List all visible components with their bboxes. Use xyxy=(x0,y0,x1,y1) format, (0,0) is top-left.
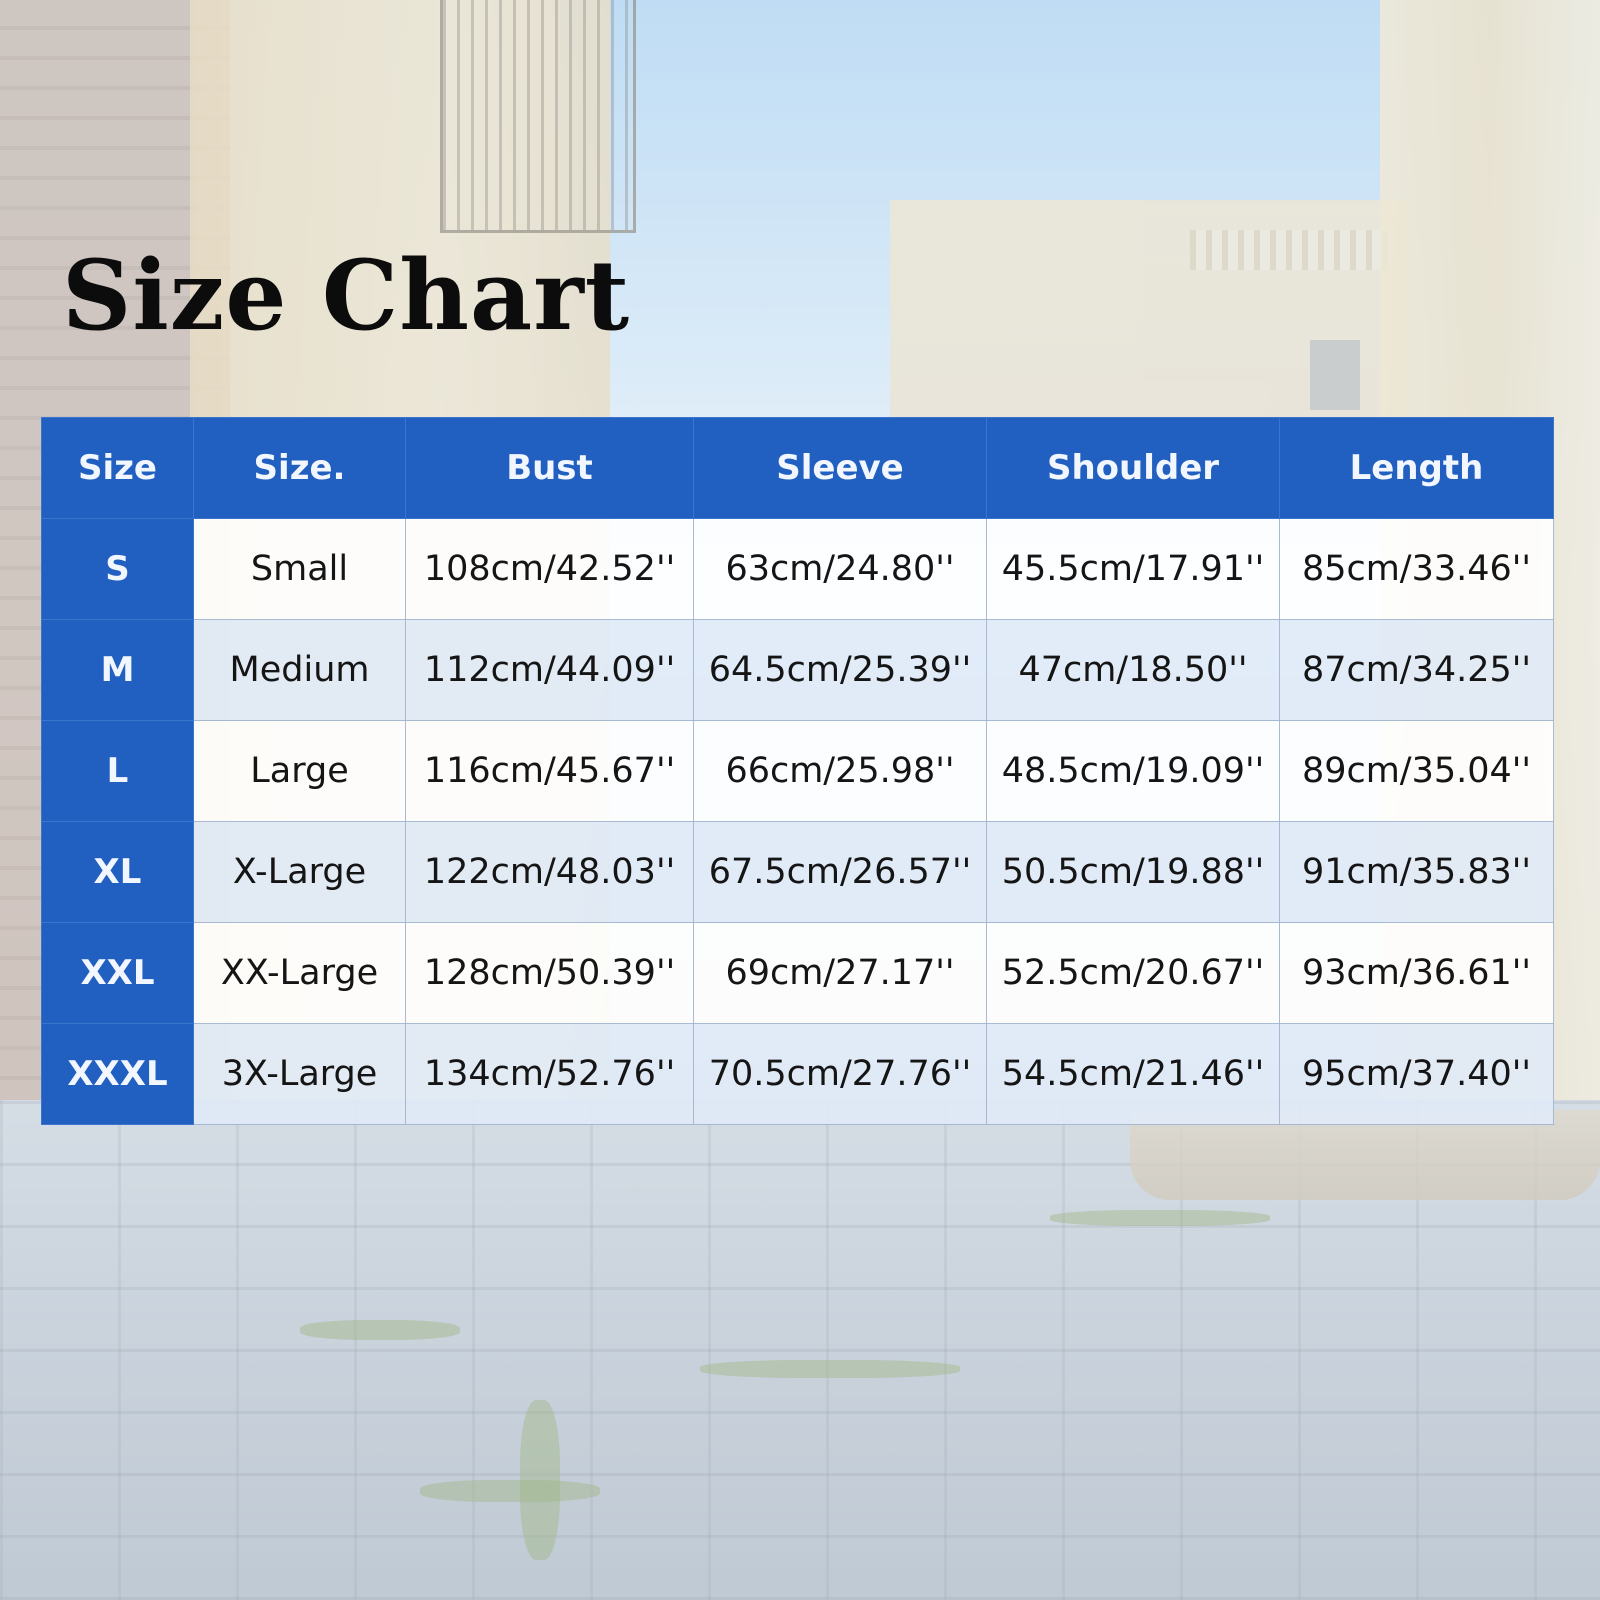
bust-value: 122cm/48.03'' xyxy=(405,821,694,923)
bust-value: 112cm/44.09'' xyxy=(405,619,694,721)
table-row: XL X-Large 122cm/48.03'' 67.5cm/26.57'' … xyxy=(41,821,1554,923)
page-title: Size Chart xyxy=(62,239,631,352)
table-row: XXL XX-Large 128cm/50.39'' 69cm/27.17'' … xyxy=(41,922,1554,1024)
header-bust: Bust xyxy=(405,417,694,519)
size-name: Medium xyxy=(193,619,406,721)
table-header-row: Size Size. Bust Sleeve Shoulder Length xyxy=(41,417,1554,519)
length-value: 93cm/36.61'' xyxy=(1279,922,1554,1024)
size-code: M xyxy=(41,619,194,721)
table-row: S Small 108cm/42.52'' 63cm/24.80'' 45.5c… xyxy=(41,518,1554,620)
size-name: Small xyxy=(193,518,406,620)
size-code: L xyxy=(41,720,194,822)
size-code: XXXL xyxy=(41,1023,194,1125)
header-sleeve: Sleeve xyxy=(693,417,987,519)
length-value: 89cm/35.04'' xyxy=(1279,720,1554,822)
length-value: 91cm/35.83'' xyxy=(1279,821,1554,923)
shoulder-value: 45.5cm/17.91'' xyxy=(986,518,1280,620)
sleeve-value: 67.5cm/26.57'' xyxy=(693,821,987,923)
sleeve-value: 70.5cm/27.76'' xyxy=(693,1023,987,1125)
header-length: Length xyxy=(1279,417,1554,519)
table-row: XXXL 3X-Large 134cm/52.76'' 70.5cm/27.76… xyxy=(41,1023,1554,1125)
length-value: 95cm/37.40'' xyxy=(1279,1023,1554,1125)
size-name: X-Large xyxy=(193,821,406,923)
size-name: XX-Large xyxy=(193,922,406,1024)
sleeve-value: 69cm/27.17'' xyxy=(693,922,987,1024)
size-code: XXL xyxy=(41,922,194,1024)
table-row: L Large 116cm/45.67'' 66cm/25.98'' 48.5c… xyxy=(41,720,1554,822)
header-size-name: Size. xyxy=(193,417,406,519)
shoulder-value: 50.5cm/19.88'' xyxy=(986,821,1280,923)
sleeve-value: 64.5cm/25.39'' xyxy=(693,619,987,721)
bust-value: 128cm/50.39'' xyxy=(405,922,694,1024)
length-value: 87cm/34.25'' xyxy=(1279,619,1554,721)
table-row: M Medium 112cm/44.09'' 64.5cm/25.39'' 47… xyxy=(41,619,1554,721)
bust-value: 134cm/52.76'' xyxy=(405,1023,694,1125)
size-code: S xyxy=(41,518,194,620)
sleeve-value: 66cm/25.98'' xyxy=(693,720,987,822)
sleeve-value: 63cm/24.80'' xyxy=(693,518,987,620)
bust-value: 116cm/45.67'' xyxy=(405,720,694,822)
header-size: Size xyxy=(41,417,194,519)
size-chart-table: Size Size. Bust Sleeve Shoulder Length S… xyxy=(41,417,1554,1125)
size-name: Large xyxy=(193,720,406,822)
header-shoulder: Shoulder xyxy=(986,417,1280,519)
shoulder-value: 52.5cm/20.67'' xyxy=(986,922,1280,1024)
size-code: XL xyxy=(41,821,194,923)
size-name: 3X-Large xyxy=(193,1023,406,1125)
shoulder-value: 54.5cm/21.46'' xyxy=(986,1023,1280,1125)
shoulder-value: 47cm/18.50'' xyxy=(986,619,1280,721)
length-value: 85cm/33.46'' xyxy=(1279,518,1554,620)
bust-value: 108cm/42.52'' xyxy=(405,518,694,620)
shoulder-value: 48.5cm/19.09'' xyxy=(986,720,1280,822)
